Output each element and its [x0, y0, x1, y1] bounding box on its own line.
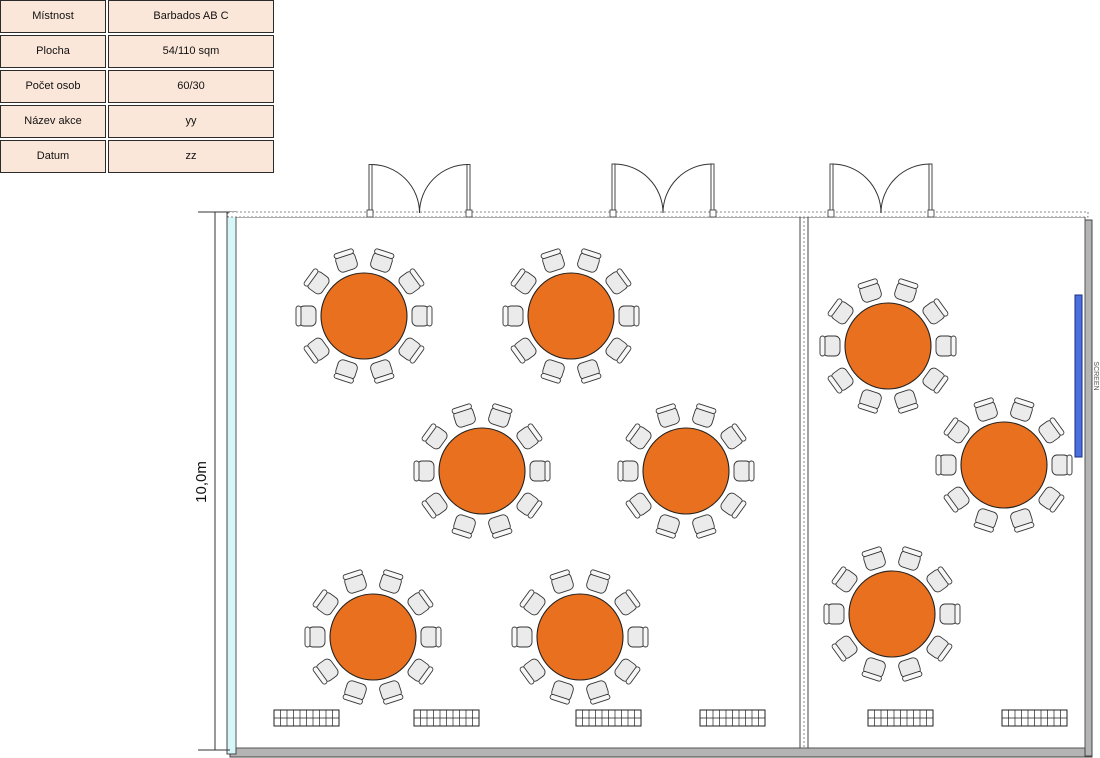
- chair: [819, 335, 841, 357]
- round-table: [642, 427, 730, 515]
- chair: [411, 305, 433, 327]
- floor-plan: 10,0m SCREEN: [193, 163, 1099, 758]
- chair: [529, 460, 551, 482]
- chair: [617, 460, 639, 482]
- doors: [366, 163, 935, 218]
- round-table: [438, 427, 526, 515]
- double-door: [827, 163, 935, 218]
- radiator-grille: [1001, 709, 1068, 727]
- chair: [935, 454, 957, 476]
- radiator-grille: [575, 709, 642, 727]
- chair: [295, 305, 317, 327]
- dimension-marker: 10,0m: [193, 211, 230, 751]
- round-table: [844, 302, 932, 390]
- top-wall: [227, 211, 1089, 218]
- round-table: [320, 272, 408, 360]
- chair: [413, 460, 435, 482]
- round-table: [527, 272, 615, 360]
- double-door: [366, 164, 473, 218]
- chair: [939, 603, 961, 625]
- bottom-wall: [229, 747, 1093, 758]
- chair: [511, 626, 533, 648]
- round-table: [960, 421, 1048, 509]
- radiator-grille: [413, 709, 480, 727]
- radiator-grille: [867, 709, 934, 727]
- dimension-label: 10,0m: [193, 461, 210, 503]
- radiator-grille: [273, 709, 340, 727]
- right-wall: [1084, 219, 1093, 757]
- chair: [733, 460, 755, 482]
- chair: [502, 305, 524, 327]
- screen: [1074, 294, 1083, 458]
- radiator-grille: [699, 709, 766, 727]
- window-wall: [226, 211, 237, 755]
- double-door: [609, 163, 717, 218]
- round-table: [536, 593, 624, 681]
- chair: [935, 335, 957, 357]
- chair: [823, 603, 845, 625]
- round-table: [848, 570, 936, 658]
- screen-label: SCREEN: [1092, 361, 1099, 390]
- chair: [627, 626, 649, 648]
- chair: [304, 626, 326, 648]
- chair: [618, 305, 640, 327]
- chair: [1051, 454, 1073, 476]
- round-table: [329, 593, 417, 681]
- chair: [420, 626, 442, 648]
